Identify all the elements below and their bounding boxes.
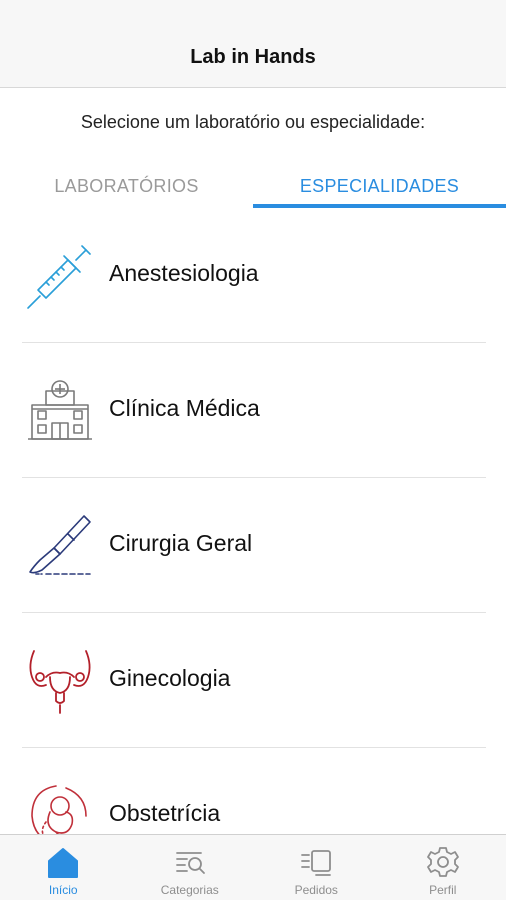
tab-categorias[interactable]: Categorias [127,835,254,900]
specialty-label: Clínica Médica [109,395,260,421]
specialty-label: Cirurgia Geral [109,530,253,556]
scalpel-icon [29,515,91,575]
categories-search-icon [175,852,205,874]
specialty-list: Anestesiologia Clínica Médica Cirurgia G… [0,208,506,834]
tab-label: Pedidos [294,883,338,897]
uterus-icon [29,650,91,714]
bottom-tab-bar: Início Categorias Pedidos Perfil [0,834,506,900]
gear-icon [426,847,459,877]
tab-laboratorios[interactable]: LABORATÓRIOS [0,168,253,208]
tab-especialidades[interactable]: ESPECIALIDADES [253,168,506,208]
list-item-cirurgia-geral[interactable]: Cirurgia Geral [0,478,506,613]
tab-perfil[interactable]: Perfil [380,835,506,900]
orders-icon [301,850,332,876]
home-icon [48,848,79,878]
tab-label: Categorias [160,883,219,897]
syringe-icon [27,245,91,309]
list-item-clinica-medica[interactable]: Clínica Médica [0,343,506,478]
navigation-bar: Lab in Hands [0,0,506,88]
app-title: Lab in Hands [190,46,316,68]
tab-pedidos[interactable]: Pedidos [253,835,380,900]
tab-label: Início [48,883,78,897]
specialty-label: Ginecologia [109,665,231,691]
specialty-label: Anestesiologia [109,260,259,286]
specialty-label: Obstetrícia [109,800,221,826]
list-item-ginecologia[interactable]: Ginecologia [0,613,506,748]
selection-prompt: Selecione um laboratório ou especialidad… [80,112,426,132]
fetus-icon [31,785,87,834]
list-item-obstetricia[interactable]: Obstetrícia [0,748,506,834]
segment-tabs: LABORATÓRIOS ESPECIALIDADES [0,168,506,208]
list-item-anestesiologia[interactable]: Anestesiologia [0,208,506,343]
tab-label: Perfil [429,883,457,897]
tab-inicio[interactable]: Início [0,835,127,900]
hospital-icon [28,380,92,440]
